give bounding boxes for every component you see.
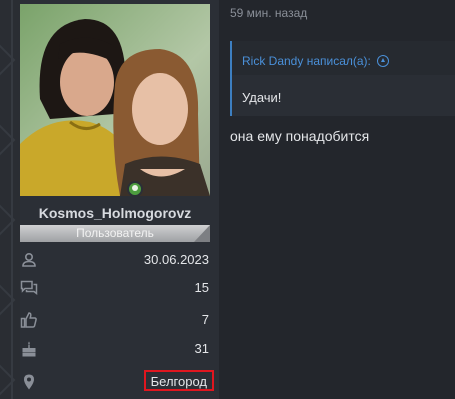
stat-value: 30.06.2023 (143, 252, 209, 267)
thumbs-up-icon (20, 312, 37, 328)
quote-text: Удачи! (242, 90, 282, 105)
avatar[interactable] (20, 4, 210, 196)
stat-row-age: 31 (20, 334, 219, 362)
stat-value: 7 (201, 312, 209, 327)
quote-author[interactable]: Rick Dandy написал(а): (242, 54, 371, 68)
online-status-icon (127, 181, 143, 197)
location-value[interactable]: Белгород (143, 370, 214, 391)
stat-row-reactions: 7 (20, 305, 219, 333)
cake-icon (22, 341, 36, 357)
stat-row-joined: 30.06.2023 (20, 245, 219, 273)
person-icon (22, 252, 36, 267)
decorative-edge (0, 0, 20, 399)
username[interactable]: Kosmos_Holmogorovz (20, 205, 210, 221)
stat-row-messages: 15 (20, 273, 219, 301)
post-message: она ему понадобится (230, 128, 370, 144)
user-card: Kosmos_Holmogorovz Пользователь 30.06.20… (20, 0, 219, 399)
user-role-banner: Пользователь (20, 225, 210, 242)
quote-header[interactable]: Rick Dandy написал(а): (232, 41, 455, 75)
page: Kosmos_Holmogorovz Пользователь 30.06.20… (0, 0, 455, 399)
post-timestamp[interactable]: 59 мин. назад (230, 6, 307, 20)
stat-value: 15 (194, 280, 209, 295)
jump-to-quote-icon[interactable] (376, 55, 389, 67)
quote-block: Rick Dandy написал(а): Удачи! (230, 41, 455, 116)
messages-icon (20, 280, 38, 296)
stat-row-location: Белгород (20, 367, 219, 395)
location-pin-icon (24, 374, 34, 390)
stat-value: 31 (194, 341, 209, 356)
